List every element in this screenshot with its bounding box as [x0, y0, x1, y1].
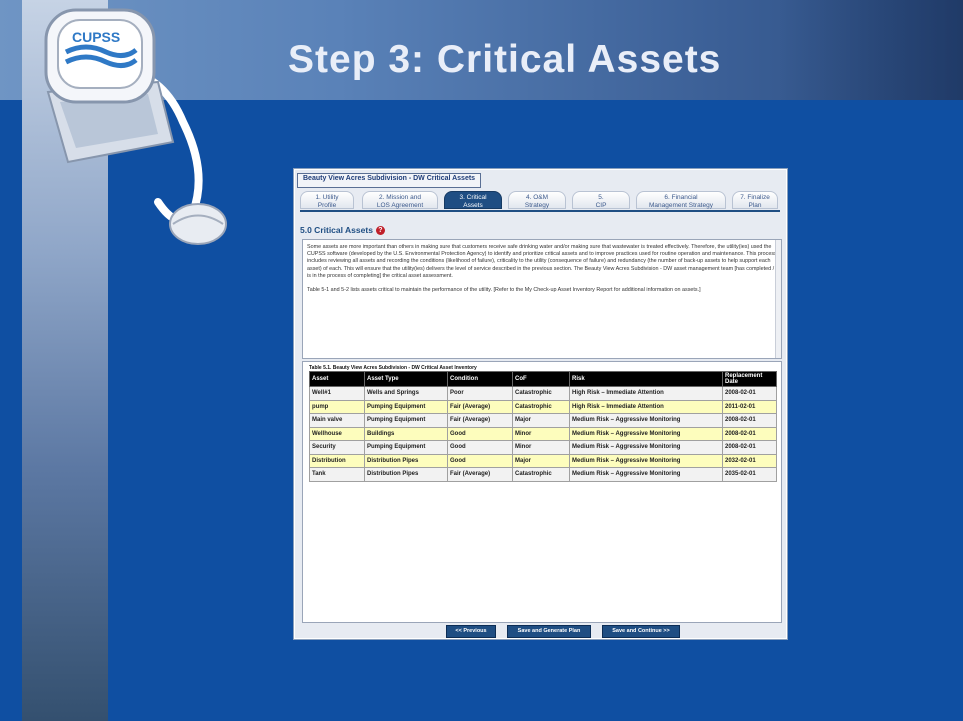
critical-asset-table: Asset Asset Type Condition CoF Risk Repl… [309, 371, 777, 482]
cell-condition: Poor [447, 386, 513, 401]
tab-om-strategy[interactable]: 4. O&M Strategy [508, 191, 566, 209]
narrative-paragraph-1: Some assets are more important than othe… [307, 244, 777, 279]
cell-condition: Fair (Average) [447, 413, 513, 428]
cell-asset: pump [309, 399, 365, 414]
cell-asset-type: Buildings [364, 426, 448, 441]
tab-label-line1: 1. Utility [315, 194, 339, 201]
cell-cof: Catastrophic [512, 399, 570, 414]
cell-cof: Minor [512, 440, 570, 455]
cell-asset-type: Pumping Equipment [364, 413, 448, 428]
save-continue-button[interactable]: Save and Continue >> [602, 625, 680, 638]
tab-label-line2: Strategy [524, 201, 550, 209]
table-row: pump Pumping Equipment Fair (Average) Ca… [309, 399, 777, 414]
cell-risk: Medium Risk – Aggressive Monitoring [569, 453, 723, 468]
col-header-condition: Condition [447, 371, 513, 387]
table-row: Security Pumping Equipment Good Minor Me… [309, 440, 777, 455]
col-header-asset: Asset [309, 371, 365, 387]
section-heading-text: 5.0 Critical Assets [300, 225, 373, 235]
step-tabs: 1. Utility Profile 2. Mission and LOS Ag… [300, 191, 780, 211]
cell-condition: Good [447, 426, 513, 441]
cell-asset: Well#1 [309, 386, 365, 401]
cell-cof: Catastrophic [512, 386, 570, 401]
cell-asset-type: Pumping Equipment [364, 440, 448, 455]
textarea-scrollbar[interactable] [775, 240, 781, 358]
cell-replacement-date: 2008-02-01 [722, 440, 777, 455]
cell-asset-type: Distribution Pipes [364, 467, 448, 482]
narrative-textarea[interactable]: Some assets are more important than othe… [302, 239, 782, 359]
table-row: Distribution Distribution Pipes Good Maj… [309, 453, 777, 468]
cell-asset: Wellhouse [309, 426, 365, 441]
tab-label-line2: Profile [317, 201, 337, 209]
cell-asset: Tank [309, 467, 365, 482]
table-panel: Table 5.1. Beauty View Acres Subdivision… [302, 361, 782, 623]
help-icon[interactable]: ? [375, 226, 385, 236]
tab-utility-profile[interactable]: 1. Utility Profile [300, 191, 354, 209]
svg-text:CUPSS: CUPSS [72, 29, 120, 45]
cell-risk: High Risk – Immediate Attention [569, 399, 723, 414]
navigation-button-bar: << Previous Save and Generate Plan Save … [294, 623, 787, 639]
cell-asset-type: Distribution Pipes [364, 453, 448, 468]
cell-cof: Minor [512, 426, 570, 441]
cell-replacement-date: 2011-02-01 [722, 399, 777, 414]
previous-button[interactable]: << Previous [446, 625, 496, 638]
cell-asset: Distribution [309, 453, 365, 468]
tab-label-line1: 7. Finalize [740, 194, 770, 201]
cell-risk: High Risk – Immediate Attention [569, 386, 723, 401]
tab-label-line2: LOS Agreement [376, 201, 424, 209]
tab-label-line2: Management Strategy [649, 201, 713, 209]
tab-label-line1: 2. Mission and [379, 194, 421, 201]
tab-label-line1: 6. Financial [664, 194, 698, 201]
cell-risk: Medium Risk – Aggressive Monitoring [569, 413, 723, 428]
cupss-app-window: Beauty View Acres Subdivision - DW Criti… [293, 168, 788, 640]
tab-underline [300, 210, 780, 212]
narrative-paragraph-2: Table 5-1 and 5-2 lists assets critical … [307, 287, 701, 294]
tab-finalize-plan[interactable]: 7. Finalize Plan [732, 191, 778, 209]
cell-condition: Fair (Average) [447, 399, 513, 414]
cell-cof: Major [512, 413, 570, 428]
cell-replacement-date: 2008-02-01 [722, 386, 777, 401]
tab-financial-management[interactable]: 6. Financial Management Strategy [636, 191, 726, 209]
tab-label-line2: Assets [463, 201, 483, 209]
cell-cof: Catastrophic [512, 467, 570, 482]
cell-risk: Medium Risk – Aggressive Monitoring [569, 467, 723, 482]
section-heading: 5.0 Critical Assets? [300, 225, 385, 236]
cell-replacement-date: 2032-02-01 [722, 453, 777, 468]
cell-asset-type: Wells and Springs [364, 386, 448, 401]
col-header-asset-type: Asset Type [364, 371, 448, 387]
tab-label-line1: 4. O&M [525, 194, 549, 201]
tab-label-line2: CIP [595, 201, 607, 209]
col-header-cof: CoF [512, 371, 570, 387]
cell-risk: Medium Risk – Aggressive Monitoring [569, 440, 723, 455]
table-row: Wellhouse Buildings Good Minor Medium Ri… [309, 426, 777, 441]
computer-clipart-icon: CUPSS [44, 8, 227, 245]
tab-label-line1: 5. [598, 194, 604, 201]
tab-critical-assets[interactable]: 3. Critical Assets [444, 191, 502, 209]
table-row: Well#1 Wells and Springs Poor Catastroph… [309, 386, 777, 401]
cell-replacement-date: 2008-02-01 [722, 426, 777, 441]
col-header-replacement-date: Replacement Date [722, 371, 777, 387]
cell-asset: Security [309, 440, 365, 455]
save-generate-plan-button[interactable]: Save and Generate Plan [507, 625, 591, 638]
cell-condition: Good [447, 440, 513, 455]
cell-condition: Fair (Average) [447, 467, 513, 482]
cell-condition: Good [447, 453, 513, 468]
table-header-row: Asset Asset Type Condition CoF Risk Repl… [309, 371, 777, 387]
cell-risk: Medium Risk – Aggressive Monitoring [569, 426, 723, 441]
cell-asset-type: Pumping Equipment [364, 399, 448, 414]
table-row: Tank Distribution Pipes Fair (Average) C… [309, 467, 777, 482]
tab-label-line2: Plan [748, 201, 762, 209]
cell-asset: Main valve [309, 413, 365, 428]
slide-background: CUPSS Step 3: Critical Assets Beauty Vie… [0, 0, 963, 721]
tab-label-line1: 3. Critical [459, 194, 487, 201]
table-row: Main valve Pumping Equipment Fair (Avera… [309, 413, 777, 428]
app-title: Beauty View Acres Subdivision - DW Criti… [297, 173, 482, 188]
tab-mission-los[interactable]: 2. Mission and LOS Agreement [362, 191, 438, 209]
cell-replacement-date: 2008-02-01 [722, 413, 777, 428]
cell-replacement-date: 2035-02-01 [722, 467, 777, 482]
col-header-risk: Risk [569, 371, 723, 387]
cell-cof: Major [512, 453, 570, 468]
slide-title: Step 3: Critical Assets [288, 38, 722, 81]
tab-cip[interactable]: 5. CIP [572, 191, 630, 209]
